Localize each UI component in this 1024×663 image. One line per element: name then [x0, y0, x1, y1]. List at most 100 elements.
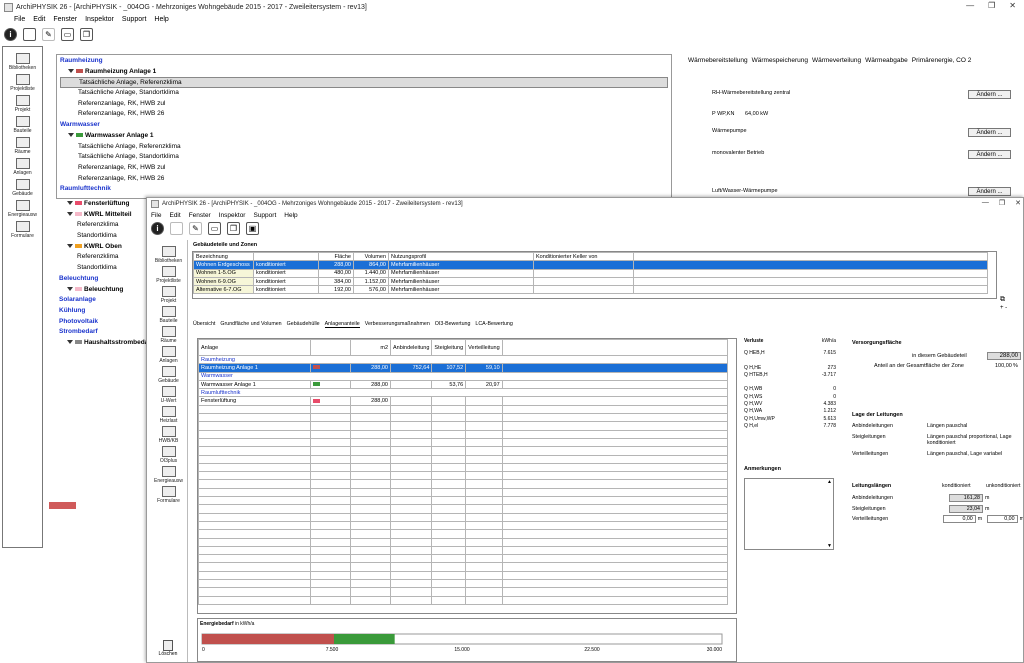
tree-item[interactable]: Referenzklima: [59, 220, 159, 231]
front-new-icon[interactable]: [170, 221, 183, 235]
tree-item[interactable]: Beleuchtung: [59, 274, 159, 285]
menu-edit[interactable]: Edit: [33, 16, 45, 23]
sidebar-item-4[interactable]: Räume: [3, 137, 42, 155]
front-menu-file[interactable]: File: [151, 212, 161, 219]
expand-icon[interactable]: [68, 68, 74, 73]
front-maximize-icon[interactable]: ❐: [999, 199, 1005, 207]
sidebar-item-0[interactable]: Bibliotheken: [150, 246, 187, 264]
table-row[interactable]: Wohnen Erdgeschoss konditioniert 288,00 864…: [193, 260, 988, 270]
tree-item[interactable]: Strombedarf: [59, 327, 159, 338]
tree-item[interactable]: Warmwasser: [60, 120, 668, 131]
tree-item[interactable]: Standortklima: [59, 263, 159, 274]
sidebar-item-4[interactable]: Räume: [150, 326, 187, 344]
laengen-value-2[interactable]: 0,00: [987, 515, 1018, 524]
tree-item[interactable]: Tatsächliche Anlage, Referenzklima: [60, 142, 668, 153]
front-menu-inspektor[interactable]: Inspektor: [219, 212, 246, 219]
subtab-4[interactable]: Verbesserungsmaßnahmen: [365, 321, 430, 328]
sidebar-item-7[interactable]: U-Wert: [150, 386, 187, 404]
table-row[interactable]: Wohnen 1-5.OG konditioniert 480,00 1.440,00…: [193, 268, 988, 278]
laengen-value[interactable]: 0,00: [943, 515, 976, 524]
expand-icon[interactable]: [67, 244, 73, 249]
sidebar-item-6[interactable]: Gebäude: [3, 179, 42, 197]
aendern-button-3[interactable]: Ändern ...: [968, 150, 1011, 159]
sidebar-item-8[interactable]: Heizlast: [150, 406, 187, 424]
duplicate-icon[interactable]: ⧉: [1000, 296, 1005, 303]
sidebar-item-12[interactable]: Formulare: [150, 486, 187, 504]
tree-item[interactable]: Warmwasser Anlage 1: [60, 131, 668, 142]
tab-2[interactable]: Wärmeverteilung: [812, 57, 861, 64]
front-briefcase-icon[interactable]: ▣: [246, 221, 259, 235]
subtab-5[interactable]: OI3-Bewertung: [435, 321, 471, 328]
table-row[interactable]: Raumheizung: [198, 354, 728, 365]
sidebar-item-1[interactable]: Projektliste: [150, 266, 187, 284]
tree-item[interactable]: Standortklima: [59, 231, 159, 242]
sidebar-item-3[interactable]: Bauteile: [150, 306, 187, 324]
tree-item[interactable]: Tatsächliche Anlage, Referenzklima: [60, 77, 668, 89]
sidebar-item-5[interactable]: Anlagen: [3, 158, 42, 176]
expand-icon[interactable]: [67, 211, 73, 216]
tree-item[interactable]: Raumheizung: [60, 56, 668, 67]
tab-4[interactable]: Primärenergie, CO 2: [912, 57, 972, 64]
expand-icon[interactable]: [67, 201, 73, 206]
sidebar-item-2[interactable]: Projekt: [150, 286, 187, 304]
table-row[interactable]: Raumlufttechnik: [198, 388, 728, 398]
sidebar-item-3[interactable]: Bauteile: [3, 116, 42, 134]
tree-item[interactable]: Tatsächliche Anlage, Standortklima: [60, 152, 668, 163]
expand-icon[interactable]: [68, 133, 74, 138]
subtab-0[interactable]: Übersicht: [193, 321, 215, 328]
menu-file[interactable]: File: [14, 16, 25, 23]
tab-3[interactable]: Wärmeabgabe: [865, 57, 908, 64]
menu-help[interactable]: Help: [154, 16, 168, 23]
trash-icon[interactable]: [163, 640, 173, 651]
tab-1[interactable]: Wärmespeicherung: [752, 57, 808, 64]
sidebar-item-6[interactable]: Gebäude: [150, 366, 187, 384]
expand-icon[interactable]: [67, 286, 73, 291]
aendern-button-4[interactable]: Ändern ...: [968, 187, 1011, 196]
aendern-button-1[interactable]: Ändern ...: [968, 90, 1011, 99]
tree-item[interactable]: Tatsächliche Anlage, Standortklima: [60, 88, 668, 99]
tree-item[interactable]: KWRL Mittelteil: [59, 210, 159, 221]
tab-0[interactable]: Wärmebereitstellung: [688, 57, 748, 64]
table-row[interactable]: Wohnen 6-9.OG konditioniert 384,00 1.152,00…: [193, 276, 988, 287]
print-icon[interactable]: ▭: [61, 27, 74, 41]
tree-item[interactable]: Kühlung: [59, 306, 159, 317]
front-menu-help[interactable]: Help: [284, 212, 297, 219]
tree-item[interactable]: Beleuchtung: [59, 285, 159, 296]
table-row[interactable]: Warmwasser Anlage 1 288,00 53,76 20,97: [198, 379, 729, 390]
table-row[interactable]: Fensterlüftung 288,00: [198, 396, 729, 406]
menu-support[interactable]: Support: [122, 16, 147, 23]
add-icon[interactable]: + -: [1000, 305, 1007, 311]
info-icon[interactable]: i: [4, 27, 17, 41]
front-copy-icon[interactable]: ❐: [227, 221, 240, 235]
sidebar-item-1[interactable]: Projektliste: [3, 74, 42, 92]
tree-item[interactable]: Photovoltaik: [59, 317, 159, 328]
subtab-1[interactable]: Grundfläche und Volumen: [220, 321, 281, 328]
menu-inspektor[interactable]: Inspektor: [85, 16, 114, 23]
scroll-down-icon[interactable]: ▼: [827, 543, 832, 549]
tree-item[interactable]: Referenzanlage, RK, HWB zul: [60, 99, 668, 110]
table-row[interactable]: Raumheizung Anlage 1 288,00 752,64 107,52 59…: [198, 363, 729, 373]
tree-item[interactable]: Referenzklima: [59, 252, 159, 263]
sidebar-item-11[interactable]: Energieausw: [150, 466, 187, 484]
sidebar-item-2[interactable]: Projekt: [3, 95, 42, 113]
edit-pencil-icon[interactable]: ✎: [42, 27, 55, 41]
scroll-up-icon[interactable]: ▲: [827, 479, 832, 485]
subtab-3[interactable]: Anlagenanteile: [324, 321, 360, 328]
sidebar-item-9[interactable]: HWB/KB: [150, 426, 187, 444]
maximize-icon[interactable]: ❐: [988, 1, 995, 10]
anmerkungen-field[interactable]: ▲ ▼: [744, 478, 834, 550]
tree-item[interactable]: Referenzanlage, RK, HWB 26: [60, 109, 668, 120]
tree-item[interactable]: Referenzanlage, RK, HWB 26: [60, 174, 668, 185]
tree-item[interactable]: Solaranlage: [59, 295, 159, 306]
expand-icon[interactable]: [67, 340, 73, 345]
front-menu-edit[interactable]: Edit: [169, 212, 180, 219]
sidebar-item-8[interactable]: Formulare: [3, 221, 42, 239]
menu-fenster[interactable]: Fenster: [53, 16, 77, 23]
front-close-icon[interactable]: ✕: [1015, 199, 1021, 207]
table-row[interactable]: Alternative 6-7.OG konditioniert 192,00 576…: [193, 285, 988, 295]
tree-item[interactable]: Raumlufttechnik: [60, 184, 668, 195]
tree-item[interactable]: Haushaltsstrombedarf: [59, 338, 159, 349]
tree-item[interactable]: Referenzanlage, RK, HWB zul: [60, 163, 668, 174]
front-edit-icon[interactable]: ✎: [189, 221, 202, 235]
sidebar-item-10[interactable]: OI3plus: [150, 446, 187, 464]
